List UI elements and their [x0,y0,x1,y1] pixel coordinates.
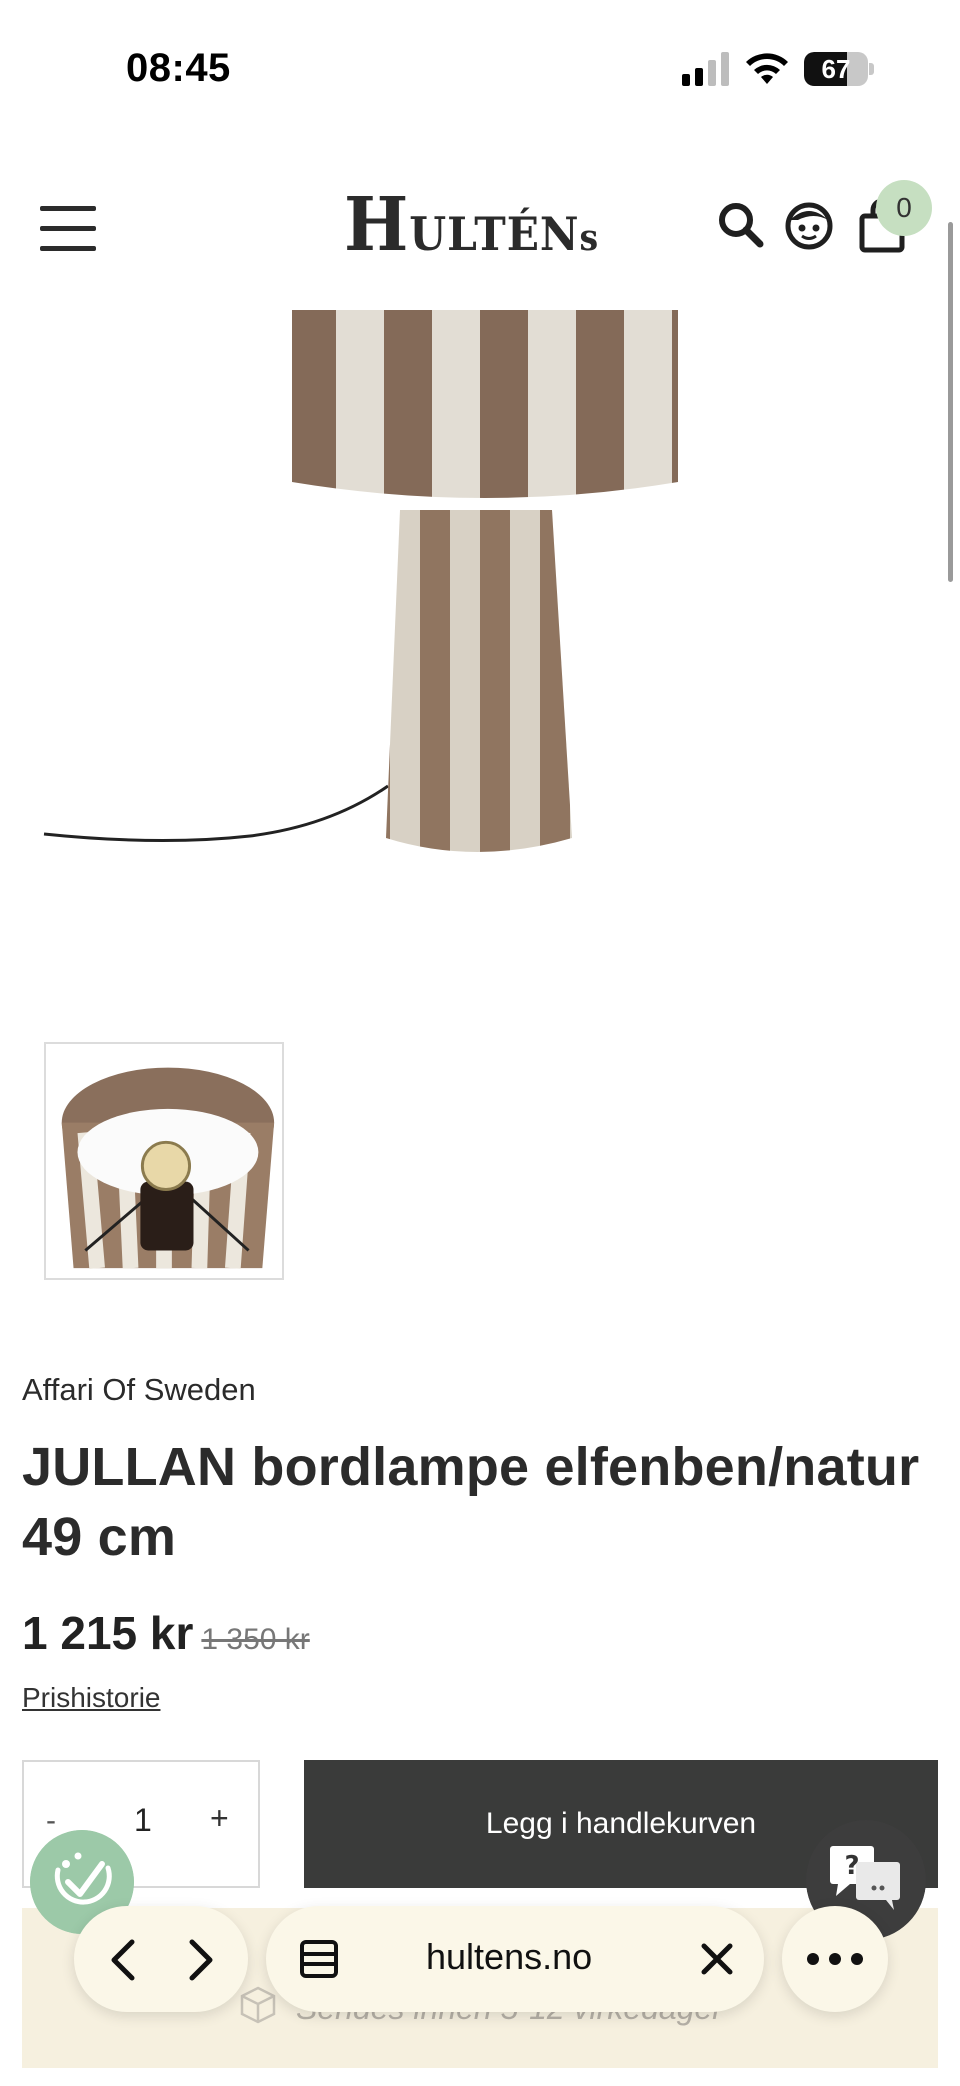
old-price: 1 350 kr [201,1623,310,1656]
package-icon [240,1986,276,2024]
quantity-value[interactable]: 1 [134,1802,152,1839]
browser-nav-pill [74,1906,248,2012]
product-brand[interactable]: Affari Of Sweden [22,1372,256,1408]
battery-tip [869,63,874,75]
hultens-logo[interactable]: HULTÉNs [344,182,599,268]
logo-part: É [506,207,540,261]
reader-tabs-icon[interactable] [296,1936,342,1982]
product-main-image[interactable] [0,310,960,1010]
wifi-icon [746,53,788,84]
url-text[interactable]: hultens.no [426,1936,592,1978]
current-price: 1 215 kr [22,1607,194,1659]
search-icon[interactable] [716,200,766,250]
product-title: JULLAN bordlampe elfenben/natur 49 cm [22,1437,920,1567]
status-time: 08:45 [126,46,231,90]
logo-part: ULT [409,207,507,261]
address-bar[interactable]: hultens.no [266,1906,764,2012]
more-dots-icon [807,1953,863,1965]
more-options-button[interactable] [782,1906,888,2012]
logo-part: H [344,182,410,268]
chevron-right-icon[interactable] [168,1930,228,1990]
quantity-plus-button[interactable]: + [210,1800,229,1837]
close-icon[interactable] [694,1936,740,1982]
cart-count-badge: 0 [876,180,932,236]
price-row: 1 215 kr 1 350 kr [22,1606,310,1660]
cellular-signal-icon [682,52,730,86]
logo-part: N [539,207,580,261]
product-thumbnail[interactable] [44,1042,284,1280]
svg-text:?: ? [844,1851,859,1881]
quantity-minus-button[interactable]: - [46,1804,56,1838]
chevron-left-icon[interactable] [96,1930,156,1990]
site-header: HULTÉNs 0 [0,140,960,310]
battery-indicator: 67 [804,52,868,86]
logo-part: s [579,217,600,259]
hamburger-menu-icon[interactable] [40,204,96,254]
account-face-icon[interactable] [784,198,834,252]
battery-level: 67 [821,54,851,84]
status-bar: 08:45 67 [0,0,960,140]
price-history-link[interactable]: Prishistorie [22,1682,160,1714]
